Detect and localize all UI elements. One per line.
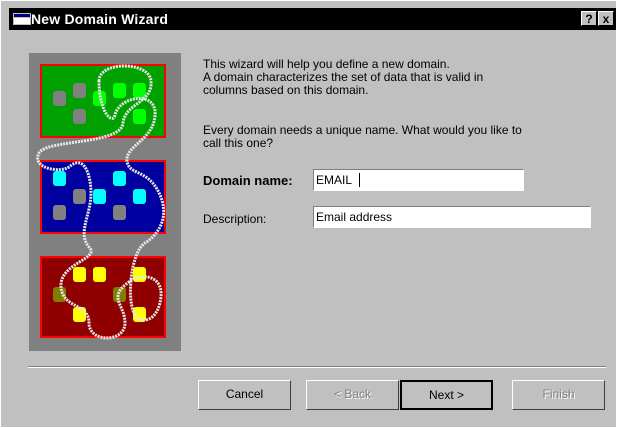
name-prompt-text: Every domain needs a unique name. What w… [203, 123, 522, 150]
help-button[interactable]: ? [581, 11, 597, 26]
cancel-button[interactable]: Cancel [198, 380, 291, 410]
description-label: Description: [203, 212, 267, 226]
wizard-window: New Domain Wizard ? x This wizard will h… [0, 0, 617, 428]
domain-name-input[interactable] [314, 170, 523, 190]
next-button[interactable]: Next > [400, 380, 493, 410]
text-caret [359, 173, 360, 187]
intro-text: This wizard will help you define a new d… [203, 57, 484, 97]
back-button[interactable]: < Back [306, 380, 399, 410]
description-field[interactable] [313, 206, 591, 228]
domain-name-field[interactable] [313, 169, 524, 191]
domain-name-label: Domain name: [203, 173, 293, 188]
close-button[interactable]: x [598, 11, 614, 26]
button-separator [28, 366, 606, 368]
window-title: New Domain Wizard [31, 11, 169, 27]
description-input[interactable] [314, 207, 590, 227]
title-bar[interactable]: New Domain Wizard ? x [9, 8, 616, 30]
window-icon [13, 13, 31, 25]
finish-button[interactable]: Finish [512, 380, 605, 410]
domain-boxes-illustration [29, 53, 181, 351]
wizard-body: This wizard will help you define a new d… [9, 30, 616, 420]
